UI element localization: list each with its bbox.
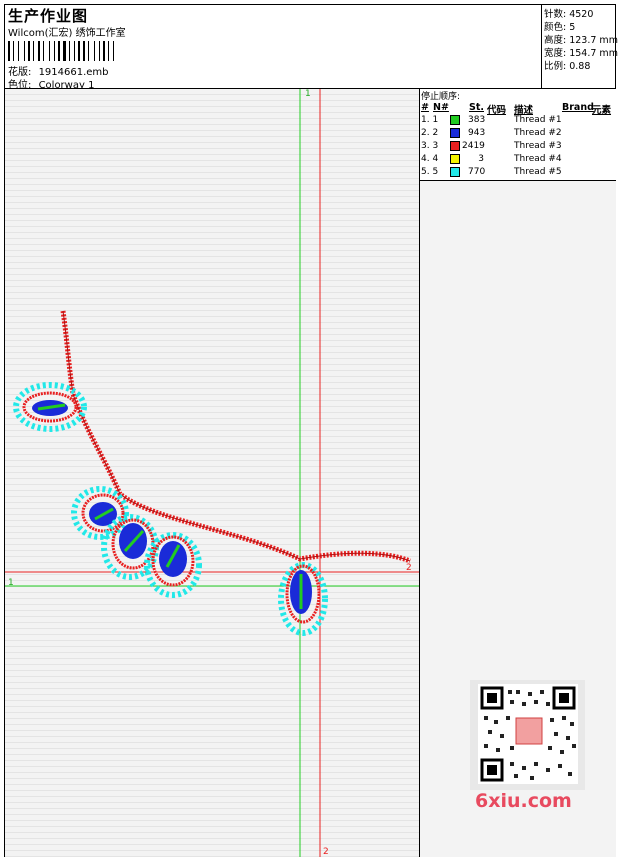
- row-stitches: 2419: [462, 141, 485, 151]
- barcode-bar: [81, 41, 82, 61]
- barcode-bar: [43, 41, 44, 61]
- row-stitches: 943: [468, 128, 486, 138]
- barcode-bar: [54, 41, 55, 61]
- design-scale: 比例: 0.88: [544, 61, 591, 72]
- row-index: 3. 3: [421, 141, 439, 151]
- barcode-bar: [99, 41, 100, 61]
- barcode-bar: [26, 41, 27, 61]
- barcode-bar: [76, 41, 77, 61]
- barcode-bar: [74, 41, 75, 61]
- color-count: 颜色: 5: [544, 22, 576, 33]
- design-canvas[interactable]: 1 1 2 2: [5, 89, 419, 857]
- col-header-element: 元素: [592, 105, 612, 116]
- color-swatch-5: [450, 167, 460, 177]
- barcode: [8, 41, 143, 61]
- col-header-stitches: St.: [469, 102, 484, 113]
- barcode-bar: [78, 41, 80, 61]
- col-header-needle: N#: [433, 102, 449, 113]
- row-index: 1. 1: [421, 115, 439, 125]
- row-description: Thread #3: [514, 141, 562, 151]
- qr-code-image: [470, 680, 585, 790]
- barcode-bar: [63, 41, 66, 61]
- stitch-count: 针数: 4520: [544, 9, 594, 20]
- stats-panel: 针数: 4520 颜色: 5 高度: 123.7 mm 宽度: 154.7 mm…: [541, 5, 618, 88]
- row-index: 4. 4: [421, 154, 439, 164]
- barcode-bar: [86, 41, 87, 61]
- barcode-bar: [24, 41, 25, 61]
- barcode-bar: [31, 41, 32, 61]
- row-description: Thread #2: [514, 128, 562, 138]
- color-swatch-2: [450, 128, 460, 138]
- company-name: Wilcom(汇宏) 绣饰工作室: [8, 28, 126, 39]
- watermark-text: 6xiu.com: [475, 790, 572, 812]
- barcode-bar: [67, 41, 68, 61]
- stop-sequence-table: 停止顺序: # N# St. 代码 描述 Brand 元素 1. 1 383 T…: [420, 89, 616, 181]
- barcode-bar: [96, 41, 98, 61]
- color-swatch-3: [450, 141, 460, 151]
- barcode-bar: [49, 41, 50, 61]
- barcode-bar: [94, 41, 95, 61]
- row-stitches: 3: [478, 154, 484, 164]
- row-stitches: 770: [468, 167, 486, 177]
- barcode-bar: [103, 41, 105, 61]
- row-stitches: 383: [468, 115, 486, 125]
- barcode-bar: [41, 41, 42, 61]
- row-index: 5. 5: [421, 167, 439, 177]
- barcode-bar: [58, 41, 60, 61]
- barcode-bar: [88, 41, 89, 61]
- row-index: 2. 2: [421, 128, 439, 138]
- design-height: 高度: 123.7 mm: [544, 35, 618, 46]
- barcode-bar: [38, 41, 40, 61]
- table-row[interactable]: 3. 3 2419 Thread #3: [420, 141, 616, 154]
- row-description: Thread #5: [514, 167, 562, 177]
- green-axis-left-label: 1: [8, 578, 14, 588]
- green-axis-top-label: 1: [305, 89, 311, 99]
- barcode-bar: [15, 41, 17, 61]
- barcode-bar: [61, 41, 62, 61]
- barcode-bar: [33, 41, 34, 61]
- row-description: Thread #4: [514, 154, 562, 164]
- design-width: 宽度: 154.7 mm: [544, 48, 618, 59]
- barcode-bar: [83, 41, 85, 61]
- color-swatch-1: [450, 115, 460, 125]
- barcode-bar: [113, 41, 114, 61]
- red-axis-bottom-label: 2: [323, 847, 329, 857]
- table-row[interactable]: 5. 5 770 Thread #5: [420, 167, 616, 180]
- stop-sequence-title: 停止顺序:: [421, 92, 461, 102]
- col-header-brand: Brand: [562, 102, 594, 113]
- barcode-bar: [108, 41, 109, 61]
- barcode-bar: [106, 41, 107, 61]
- barcode-bar: [71, 41, 73, 61]
- table-row[interactable]: 2. 2 943 Thread #2: [420, 128, 616, 141]
- col-header-index: #: [421, 102, 429, 113]
- barcode-bar: [56, 41, 57, 61]
- barcode-bar: [110, 41, 112, 61]
- color-swatch-4: [450, 154, 460, 164]
- leaf-5: [278, 562, 328, 636]
- col-header-code: 代码: [487, 105, 507, 116]
- red-axis-right-label: 2: [406, 563, 412, 573]
- leaf-1: [13, 382, 87, 432]
- barcode-bar: [51, 41, 53, 61]
- barcode-bar: [11, 41, 12, 61]
- barcode-bar: [13, 41, 14, 61]
- barcode-bar: [18, 41, 19, 61]
- col-header-description: 描述: [514, 105, 534, 116]
- barcode-bar: [28, 41, 30, 61]
- barcode-bar: [115, 41, 118, 61]
- page-title: 生产作业图: [8, 7, 89, 25]
- barcode-bar: [20, 41, 23, 61]
- embroidery-design: [5, 89, 419, 857]
- row-description: Thread #1: [514, 115, 562, 125]
- barcode-bar: [45, 41, 48, 61]
- table-row[interactable]: 4. 4 3 Thread #4: [420, 154, 616, 167]
- header-info: 生产作业图 Wilcom(汇宏) 绣饰工作室 花版: 1914661.emb 色…: [5, 5, 542, 91]
- barcode-bar: [8, 41, 10, 61]
- barcode-bar: [90, 41, 93, 61]
- barcode-bar: [101, 41, 102, 61]
- table-row[interactable]: 1. 1 383 Thread #1: [420, 115, 616, 128]
- barcode-bar: [69, 41, 70, 61]
- barcode-bar: [35, 41, 37, 61]
